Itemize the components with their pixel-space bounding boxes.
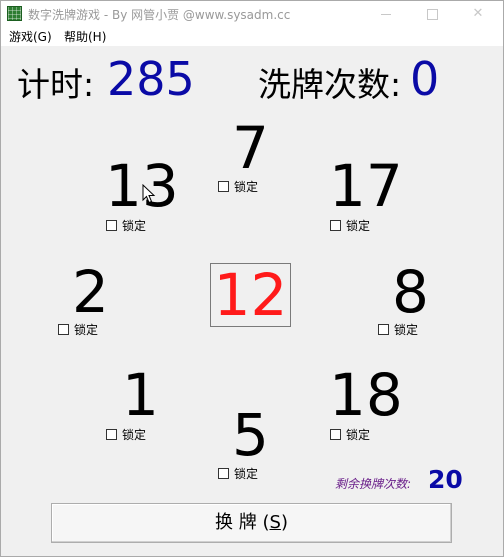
- card-lower-right-number: 18: [329, 361, 403, 429]
- card-lower-left-lock[interactable]: 锁定: [106, 426, 146, 443]
- shuffle-count-value: 0: [410, 52, 440, 106]
- close-icon: ✕: [472, 6, 484, 21]
- card-upper-right-number: 17: [329, 152, 403, 220]
- card-upper-left-lock[interactable]: 锁定: [106, 217, 146, 234]
- card-top-lock-label: 锁定: [234, 180, 259, 194]
- card-bottom-lock[interactable]: 锁定: [218, 465, 258, 482]
- minimize-icon: [381, 14, 391, 15]
- card-top-lock[interactable]: 锁定: [218, 178, 258, 195]
- card-left-lock-checkbox[interactable]: [58, 324, 69, 335]
- card-right-lock-label: 锁定: [394, 323, 419, 337]
- swap-button-label-end: ): [280, 512, 288, 533]
- card-lower-right-lock-label: 锁定: [346, 428, 371, 442]
- card-left-lock[interactable]: 锁定: [58, 321, 98, 338]
- maximize-button[interactable]: [409, 1, 455, 27]
- card-left-lock-label: 锁定: [74, 323, 99, 337]
- card-upper-right-lock-label: 锁定: [346, 219, 371, 233]
- menu-help[interactable]: 帮助(H): [64, 28, 106, 45]
- card-lower-left-lock-label: 锁定: [122, 428, 147, 442]
- center-card: 12: [210, 263, 291, 327]
- card-right-lock-checkbox[interactable]: [378, 324, 389, 335]
- card-bottom-number: 5: [232, 401, 269, 469]
- card-upper-left-lock-checkbox[interactable]: [106, 220, 117, 231]
- remaining-swaps-label: 剩余换牌次数:: [335, 477, 412, 491]
- card-right-number: 8: [392, 258, 429, 326]
- card-lower-right-lock-checkbox[interactable]: [330, 429, 341, 440]
- card-lower-right-lock[interactable]: 锁定: [330, 426, 370, 443]
- timer-value: 285: [107, 52, 195, 106]
- card-left-number: 2: [72, 258, 109, 326]
- card-lower-left-number: 1: [122, 361, 159, 429]
- center-card-number: 12: [213, 261, 288, 329]
- menu-game[interactable]: 游戏(G): [9, 28, 52, 45]
- card-upper-right-lock[interactable]: 锁定: [330, 217, 370, 234]
- card-upper-left-lock-label: 锁定: [122, 219, 147, 233]
- title-bar[interactable]: 数字洗牌游戏 - By 网管小贾 @www.sysadm.cc ✕: [1, 1, 503, 27]
- timer-label: 计时:: [17, 65, 95, 104]
- minimize-button[interactable]: [363, 1, 409, 27]
- swap-button-label: 换 牌 (: [215, 512, 270, 533]
- card-bottom-lock-checkbox[interactable]: [218, 468, 229, 479]
- window-title: 数字洗牌游戏 - By 网管小贾 @www.sysadm.cc: [28, 8, 291, 22]
- card-bottom-lock-label: 锁定: [234, 467, 259, 481]
- card-right-lock[interactable]: 锁定: [378, 321, 418, 338]
- maximize-icon: [426, 9, 438, 20]
- swap-button[interactable]: 换 牌 (S): [51, 503, 452, 543]
- card-top-lock-checkbox[interactable]: [218, 181, 229, 192]
- card-lower-left-lock-checkbox[interactable]: [106, 429, 117, 440]
- shuffle-count-label: 洗牌次数:: [258, 65, 402, 104]
- app-icon: [7, 6, 22, 21]
- card-top-number: 7: [232, 114, 269, 182]
- mouse-cursor-icon: [142, 184, 156, 204]
- swap-button-hotkey: S: [269, 512, 281, 533]
- main-window: 数字洗牌游戏 - By 网管小贾 @www.sysadm.cc ✕ 游戏(G) …: [0, 0, 504, 557]
- menu-bar: 游戏(G) 帮助(H): [1, 27, 503, 46]
- close-button[interactable]: ✕: [455, 1, 501, 27]
- remaining-swaps-value: 20: [428, 465, 463, 494]
- card-upper-right-lock-checkbox[interactable]: [330, 220, 341, 231]
